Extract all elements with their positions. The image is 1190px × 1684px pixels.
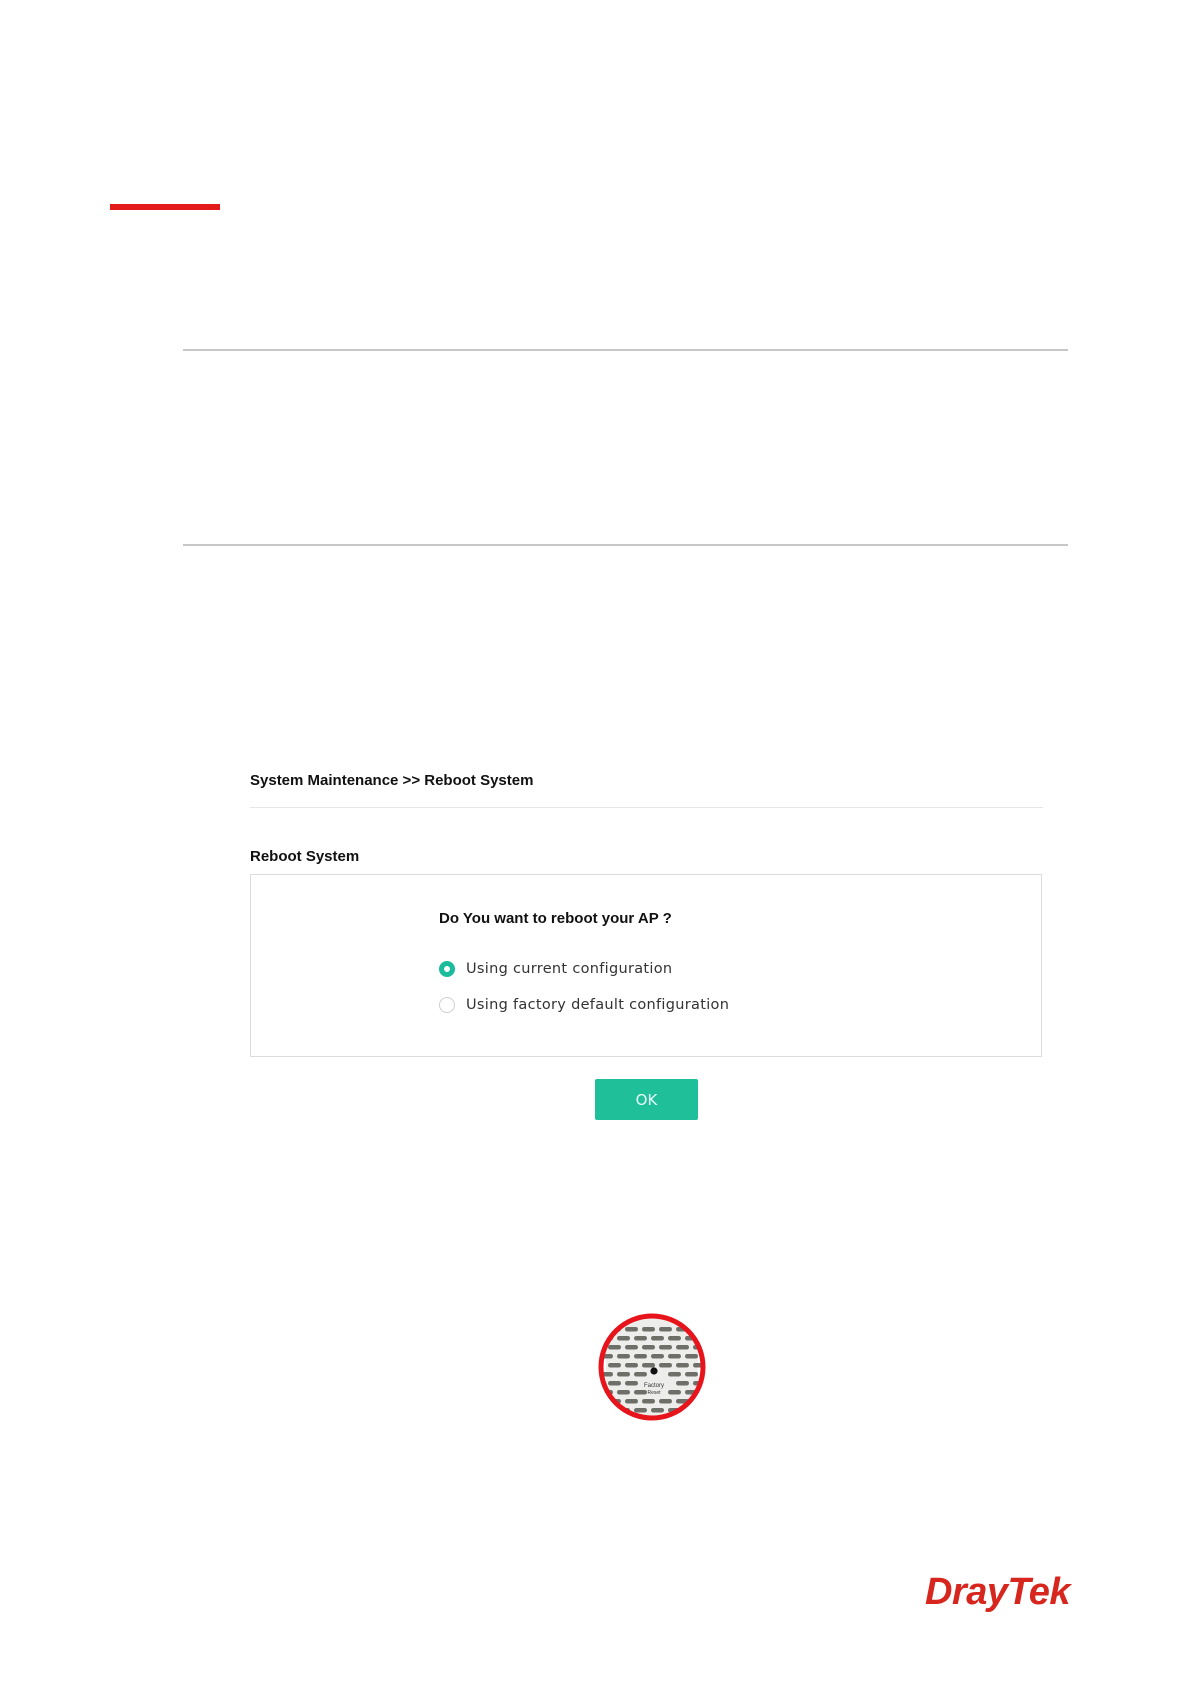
vent-slot	[676, 1381, 689, 1386]
vent-slot	[642, 1345, 655, 1350]
vent-slot	[693, 1327, 702, 1332]
vent-slot	[617, 1390, 630, 1395]
vent-slot	[659, 1327, 672, 1332]
vent-slot	[651, 1336, 664, 1341]
vent-slot	[608, 1363, 621, 1368]
option-label: Using factory default configuration	[466, 997, 730, 1013]
option-factory-default[interactable]: Using factory default configuration	[439, 997, 729, 1013]
option-current-config[interactable]: Using current configuration	[439, 961, 672, 977]
vent-slot	[651, 1408, 664, 1413]
radio-selected-icon[interactable]	[439, 961, 455, 977]
reset-pinhole	[650, 1367, 658, 1375]
vent-slot	[685, 1372, 698, 1377]
section-title: Reboot System	[250, 848, 360, 865]
vent-slot	[625, 1381, 638, 1386]
vent-slot	[625, 1345, 638, 1350]
vent-slot	[625, 1399, 638, 1404]
vent-slot	[642, 1363, 655, 1368]
vent-slot	[625, 1363, 638, 1368]
breadcrumb-divider	[250, 807, 1043, 808]
vent-slot	[617, 1372, 630, 1377]
chapter-accent-bar	[110, 204, 220, 210]
vent-slot	[602, 1408, 613, 1413]
vent-slot	[676, 1363, 689, 1368]
vent-slot	[668, 1372, 681, 1377]
ok-button[interactable]: OK	[595, 1079, 698, 1120]
vent-slot	[659, 1345, 672, 1350]
vent-slot	[659, 1399, 672, 1404]
vent-slot	[642, 1399, 655, 1404]
vent-slot	[668, 1390, 681, 1395]
vent-slot	[702, 1336, 708, 1341]
vent-slot	[634, 1408, 647, 1413]
factory-label: Factory	[644, 1383, 664, 1389]
vent-slot	[676, 1345, 689, 1350]
vent-slot	[634, 1390, 647, 1395]
vent-slot	[634, 1354, 647, 1359]
option-label: Using current configuration	[466, 961, 673, 977]
vent-slot	[702, 1390, 708, 1395]
vent-slot	[617, 1354, 630, 1359]
vent-slot	[634, 1372, 647, 1377]
vent-slot	[617, 1336, 630, 1341]
vent-slot	[634, 1336, 647, 1341]
radio-unselected-icon[interactable]	[439, 997, 455, 1013]
vent-slot	[659, 1363, 672, 1368]
vent-slot	[685, 1354, 698, 1359]
vent-slot	[642, 1327, 655, 1332]
vent-slot	[702, 1408, 708, 1413]
vent-slot	[625, 1327, 638, 1332]
vent-slot	[608, 1345, 621, 1350]
divider-bottom	[183, 544, 1068, 546]
divider-top	[183, 349, 1068, 351]
factory-reset-hole-image: Factory Reset	[596, 1311, 708, 1423]
reboot-question: Do You want to reboot your AP ?	[439, 910, 672, 927]
breadcrumb: System Maintenance >> Reboot System	[250, 772, 534, 789]
vent-slot	[668, 1336, 681, 1341]
draytek-logo: DrayTek	[925, 1571, 1071, 1613]
vent-slot	[651, 1354, 664, 1359]
vent-slot	[693, 1399, 702, 1404]
vent-slot	[668, 1354, 681, 1359]
vent-slot	[685, 1408, 698, 1413]
reset-label: Reset	[647, 1390, 661, 1396]
vent-slot	[608, 1381, 621, 1386]
